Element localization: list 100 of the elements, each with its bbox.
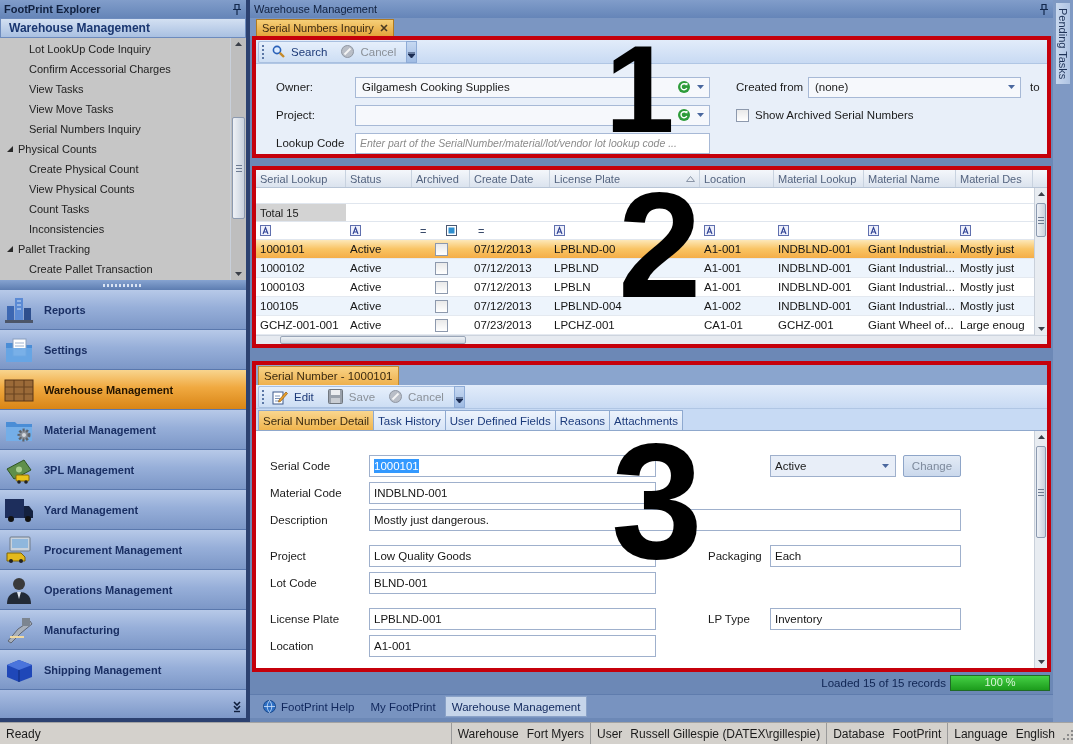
- text-filter-icon[interactable]: [868, 225, 879, 236]
- tab[interactable]: Serial Number Detail: [258, 410, 375, 430]
- toolbar-button[interactable]: Edit: [266, 386, 320, 407]
- toolbar-button[interactable]: Search: [266, 41, 334, 62]
- scroll-down-icon[interactable]: [1037, 327, 1045, 331]
- refresh-icon[interactable]: [678, 81, 690, 93]
- table-row[interactable]: GCHZ-001-001 Active 07/23/2013 LPCHZ-001 CA1-01 GCHZ-001 Giant Wheel of... Large enoug: [256, 316, 1034, 335]
- caret-icon[interactable]: [697, 85, 704, 89]
- checkbox[interactable]: [434, 261, 448, 275]
- text-field[interactable]: Each: [770, 545, 961, 567]
- tree-item[interactable]: Count Tasks: [29, 203, 90, 215]
- caret-icon[interactable]: [697, 113, 704, 117]
- scroll-thumb[interactable]: [1036, 446, 1046, 538]
- column-header[interactable]: Create Date: [470, 170, 550, 187]
- column-header[interactable]: Status: [346, 170, 412, 187]
- nav-button[interactable]: Material Management: [0, 410, 246, 450]
- bottom-tab[interactable]: Warehouse Management: [444, 696, 588, 717]
- double-chevron-icon[interactable]: [233, 701, 241, 713]
- filter-operator[interactable]: =: [474, 224, 485, 237]
- tree-item[interactable]: Create Pallet Transaction: [29, 263, 153, 275]
- group-header[interactable]: Warehouse Management: [0, 18, 246, 38]
- caret-icon[interactable]: [408, 51, 416, 58]
- dropdown-field[interactable]: (none): [808, 76, 1021, 98]
- close-icon[interactable]: [379, 24, 388, 32]
- pin-icon[interactable]: [1040, 3, 1048, 15]
- nav-button[interactable]: Settings: [0, 330, 246, 370]
- scroll-thumb[interactable]: [232, 117, 245, 219]
- scroll-thumb[interactable]: [1036, 203, 1046, 237]
- column-header[interactable]: Archived: [412, 170, 470, 187]
- bottom-tab[interactable]: My FootPrint: [363, 696, 443, 717]
- checkbox[interactable]: [434, 242, 448, 256]
- text-filter-icon[interactable]: [704, 225, 715, 236]
- tab[interactable]: User Defined Fields: [445, 410, 556, 430]
- tree-item[interactable]: View Move Tasks: [29, 103, 114, 115]
- nav-button[interactable]: Warehouse Management: [0, 370, 246, 410]
- checkbox[interactable]: [434, 299, 448, 313]
- table-row[interactable]: 100105 Active 07/12/2013 LPBLND-004 A1-002 INDBLND-001 Giant Industrial... Mostly just: [256, 297, 1034, 316]
- text-field[interactable]: Inventory: [770, 608, 961, 630]
- scroll-down-icon[interactable]: [1037, 660, 1045, 664]
- text-field[interactable]: LPBLND-001: [369, 608, 656, 630]
- bottom-tab[interactable]: FootPrint Help: [256, 696, 362, 717]
- detail-tab[interactable]: Serial Number - 1000101: [258, 366, 399, 385]
- checkbox-label[interactable]: Show Archived Serial Numbers: [755, 109, 914, 121]
- text-filter-icon[interactable]: [960, 225, 971, 236]
- nav-button[interactable]: Yard Management: [0, 490, 246, 530]
- column-header[interactable]: Serial Lookup: [256, 170, 346, 187]
- text-filter-icon[interactable]: [778, 225, 789, 236]
- caret-icon[interactable]: [882, 464, 889, 468]
- input-field[interactable]: Enter part of the SerialNumber/material/lot/vendor lot lookup code ...: [355, 132, 710, 154]
- horizontal-scrollbar[interactable]: [256, 335, 1047, 344]
- nav-button[interactable]: Operations Management: [0, 570, 246, 610]
- tree-item[interactable]: Pallet Tracking: [18, 243, 91, 255]
- tree-item[interactable]: View Tasks: [29, 83, 84, 95]
- text-filter-icon[interactable]: [350, 225, 361, 236]
- tab[interactable]: Reasons: [555, 410, 611, 430]
- tree-item[interactable]: Physical Counts: [18, 143, 97, 155]
- expander-icon[interactable]: [7, 246, 13, 252]
- text-filter-icon[interactable]: [554, 225, 565, 236]
- resize-grip-icon[interactable]: [1061, 727, 1073, 740]
- scroll-up-icon[interactable]: [1037, 435, 1045, 439]
- expander-icon[interactable]: [7, 146, 13, 152]
- scroll-up-icon[interactable]: [1037, 192, 1045, 196]
- text-field[interactable]: BLND-001: [369, 572, 656, 594]
- vertical-scrollbar[interactable]: [230, 38, 246, 280]
- toolbar-overflow-button[interactable]: [406, 40, 418, 63]
- nav-button[interactable]: Reports: [0, 290, 246, 330]
- checkbox-filter-icon[interactable]: [446, 225, 458, 236]
- column-header[interactable]: Material Name: [864, 170, 956, 187]
- side-tab[interactable]: Pending Tasks: [1055, 2, 1071, 86]
- text-field[interactable]: A1-001: [369, 635, 656, 657]
- checkbox[interactable]: [736, 108, 749, 122]
- tree-item[interactable]: View Physical Counts: [29, 183, 135, 195]
- tree-item[interactable]: Lot LookUp Code Inquiry: [29, 43, 151, 55]
- scroll-down-icon[interactable]: [235, 272, 242, 276]
- column-header[interactable]: Material Lookup: [774, 170, 864, 187]
- scroll-up-icon[interactable]: [235, 42, 242, 46]
- nav-button[interactable]: Procurement Management: [0, 530, 246, 570]
- nav-button[interactable]: Shipping Management: [0, 650, 246, 690]
- tree-item[interactable]: Create Physical Count: [29, 163, 139, 175]
- column-header[interactable]: Material Des: [956, 170, 1033, 187]
- caret-icon[interactable]: [1008, 85, 1015, 89]
- toolbar-overflow-button[interactable]: [453, 385, 465, 408]
- tab[interactable]: Task History: [374, 410, 446, 430]
- refresh-icon[interactable]: [678, 109, 690, 121]
- column-header[interactable]: Location: [700, 170, 774, 187]
- status-dropdown[interactable]: Active: [770, 455, 896, 477]
- tree-item[interactable]: Serial Numbers Inquiry: [29, 123, 141, 135]
- text-filter-icon[interactable]: [260, 225, 271, 236]
- caret-icon[interactable]: [455, 396, 463, 403]
- document-tab[interactable]: Serial Numbers Inquiry: [256, 19, 394, 36]
- tree-item[interactable]: Confirm Accessorial Charges: [29, 63, 171, 75]
- tree-item[interactable]: Inconsistencies: [29, 223, 105, 235]
- checkbox[interactable]: [434, 280, 448, 294]
- filter-operator[interactable]: =: [416, 224, 427, 237]
- scroll-thumb[interactable]: [280, 336, 466, 344]
- splitter-grip[interactable]: [103, 283, 143, 287]
- vertical-scrollbar[interactable]: [1034, 431, 1047, 668]
- tab[interactable]: Attachments: [610, 410, 684, 430]
- nav-button[interactable]: 3PL Management: [0, 450, 246, 490]
- pin-icon[interactable]: [233, 3, 241, 15]
